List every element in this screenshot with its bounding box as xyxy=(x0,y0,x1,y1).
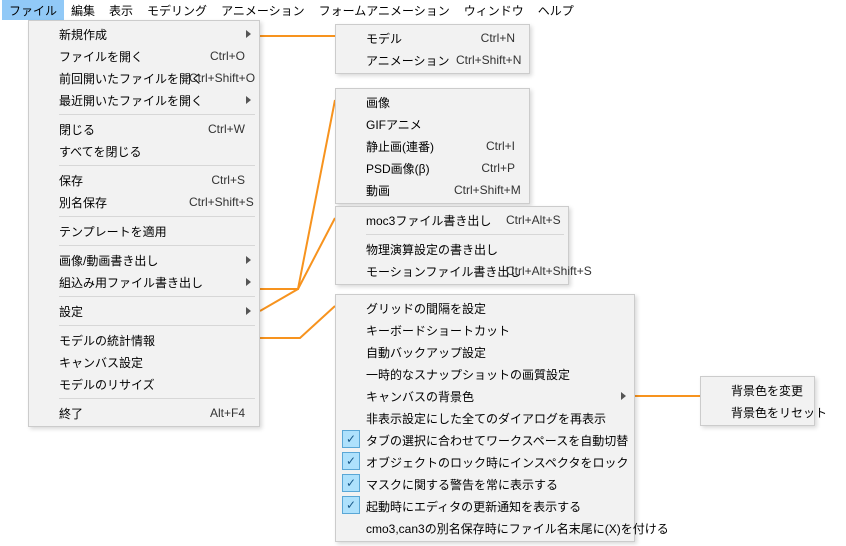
menu-new: モデルCtrl+N アニメーションCtrl+Shift+N xyxy=(335,24,530,74)
chevron-right-icon xyxy=(246,30,251,38)
settings-update-notify[interactable]: ✓起動時にエディタの更新通知を表示する xyxy=(338,495,632,517)
export-moc3[interactable]: moc3ファイル書き出しCtrl+Alt+S xyxy=(338,209,566,231)
menubar-item-modeling[interactable]: モデリング xyxy=(140,0,214,20)
settings-snapshot-quality[interactable]: 一時的なスナップショットの画質設定 xyxy=(338,363,632,385)
bgcolor-reset[interactable]: 背景色をリセット xyxy=(703,401,812,423)
separator xyxy=(59,296,255,297)
export-psd[interactable]: PSD画像(β)Ctrl+P xyxy=(338,157,527,179)
check-icon: ✓ xyxy=(342,474,360,492)
new-animation[interactable]: アニメーションCtrl+Shift+N xyxy=(338,49,527,71)
settings-workspace-autoswitch[interactable]: ✓タブの選択に合わせてワークスペースを自動切替 xyxy=(338,429,632,451)
file-close[interactable]: 閉じるCtrl+W xyxy=(31,118,257,140)
menu-embed-export: moc3ファイル書き出しCtrl+Alt+S 物理演算設定の書き出し モーション… xyxy=(335,206,569,285)
export-sequence[interactable]: 静止画(連番)Ctrl+I xyxy=(338,135,527,157)
separator xyxy=(59,216,255,217)
settings-lock-inspector[interactable]: ✓オブジェクトのロック時にインスペクタをロック xyxy=(338,451,632,473)
export-image[interactable]: 画像 xyxy=(338,91,527,113)
menu-export: 画像 GIFアニメ 静止画(連番)Ctrl+I PSD画像(β)Ctrl+P 動… xyxy=(335,88,530,204)
new-model[interactable]: モデルCtrl+N xyxy=(338,27,527,49)
settings-grid-spacing[interactable]: グリッドの間隔を設定 xyxy=(338,297,632,319)
chevron-right-icon xyxy=(246,96,251,104)
separator xyxy=(59,245,255,246)
menubar-item-file[interactable]: ファイル xyxy=(2,0,64,20)
chevron-right-icon xyxy=(621,392,626,400)
file-open-last[interactable]: 前回開いたファイルを開くCtrl+Shift+O xyxy=(31,67,257,89)
menubar-item-help[interactable]: ヘルプ xyxy=(531,0,581,20)
file-stats[interactable]: モデルの統計情報 xyxy=(31,329,257,351)
file-open[interactable]: ファイルを開くCtrl+O xyxy=(31,45,257,67)
settings-autobackup[interactable]: 自動バックアップ設定 xyxy=(338,341,632,363)
settings-reshow-dialogs[interactable]: 非表示設定にした全てのダイアログを再表示 xyxy=(338,407,632,429)
file-canvas-settings[interactable]: キャンバス設定 xyxy=(31,351,257,373)
menubar-item-view[interactable]: 表示 xyxy=(102,0,140,20)
settings-bgcolor[interactable]: キャンバスの背景色 xyxy=(338,385,632,407)
menubar-item-form-animation[interactable]: フォームアニメーション xyxy=(312,0,457,20)
chevron-right-icon xyxy=(246,307,251,315)
menubar-item-edit[interactable]: 編集 xyxy=(64,0,102,20)
separator xyxy=(59,114,255,115)
menubar-item-animation[interactable]: アニメーション xyxy=(214,0,312,20)
export-gif[interactable]: GIFアニメ xyxy=(338,113,527,135)
file-new[interactable]: 新規作成 xyxy=(31,23,257,45)
check-icon: ✓ xyxy=(342,430,360,448)
chevron-right-icon xyxy=(246,278,251,286)
file-export-image-movie[interactable]: 画像/動画書き出し xyxy=(31,249,257,271)
separator xyxy=(59,398,255,399)
file-save-as[interactable]: 別名保存Ctrl+Shift+S xyxy=(31,191,257,213)
check-icon: ✓ xyxy=(342,496,360,514)
export-motion[interactable]: モーションファイル書き出しCtrl+Alt+Shift+S xyxy=(338,260,566,282)
settings-x-suffix[interactable]: cmo3,can3の別名保存時にファイル名末尾に(X)を付ける xyxy=(338,517,632,539)
check-icon: ✓ xyxy=(342,452,360,470)
menu-bgcolor: 背景色を変更 背景色をリセット xyxy=(700,376,815,426)
menu-settings: グリッドの間隔を設定 キーボードショートカット 自動バックアップ設定 一時的なス… xyxy=(335,294,635,542)
bgcolor-change[interactable]: 背景色を変更 xyxy=(703,379,812,401)
separator xyxy=(366,234,564,235)
separator xyxy=(59,325,255,326)
file-exit[interactable]: 終了Alt+F4 xyxy=(31,402,257,424)
menu-file: 新規作成 ファイルを開くCtrl+O 前回開いたファイルを開くCtrl+Shif… xyxy=(28,20,260,427)
file-settings[interactable]: 設定 xyxy=(31,300,257,322)
file-apply-template[interactable]: テンプレートを適用 xyxy=(31,220,257,242)
separator xyxy=(59,165,255,166)
chevron-right-icon xyxy=(246,256,251,264)
settings-mask-warning[interactable]: ✓マスクに関する警告を常に表示する xyxy=(338,473,632,495)
file-resize-model[interactable]: モデルのリサイズ xyxy=(31,373,257,395)
file-open-recent[interactable]: 最近開いたファイルを開く xyxy=(31,89,257,111)
export-movie[interactable]: 動画Ctrl+Shift+M xyxy=(338,179,527,201)
file-export-embed[interactable]: 組込み用ファイル書き出し xyxy=(31,271,257,293)
file-save[interactable]: 保存Ctrl+S xyxy=(31,169,257,191)
menubar-item-window[interactable]: ウィンドウ xyxy=(457,0,531,20)
export-physics[interactable]: 物理演算設定の書き出し xyxy=(338,238,566,260)
file-close-all[interactable]: すべてを閉じる xyxy=(31,140,257,162)
menubar: ファイル 編集 表示 モデリング アニメーション フォームアニメーション ウィン… xyxy=(0,0,846,20)
settings-shortcuts[interactable]: キーボードショートカット xyxy=(338,319,632,341)
